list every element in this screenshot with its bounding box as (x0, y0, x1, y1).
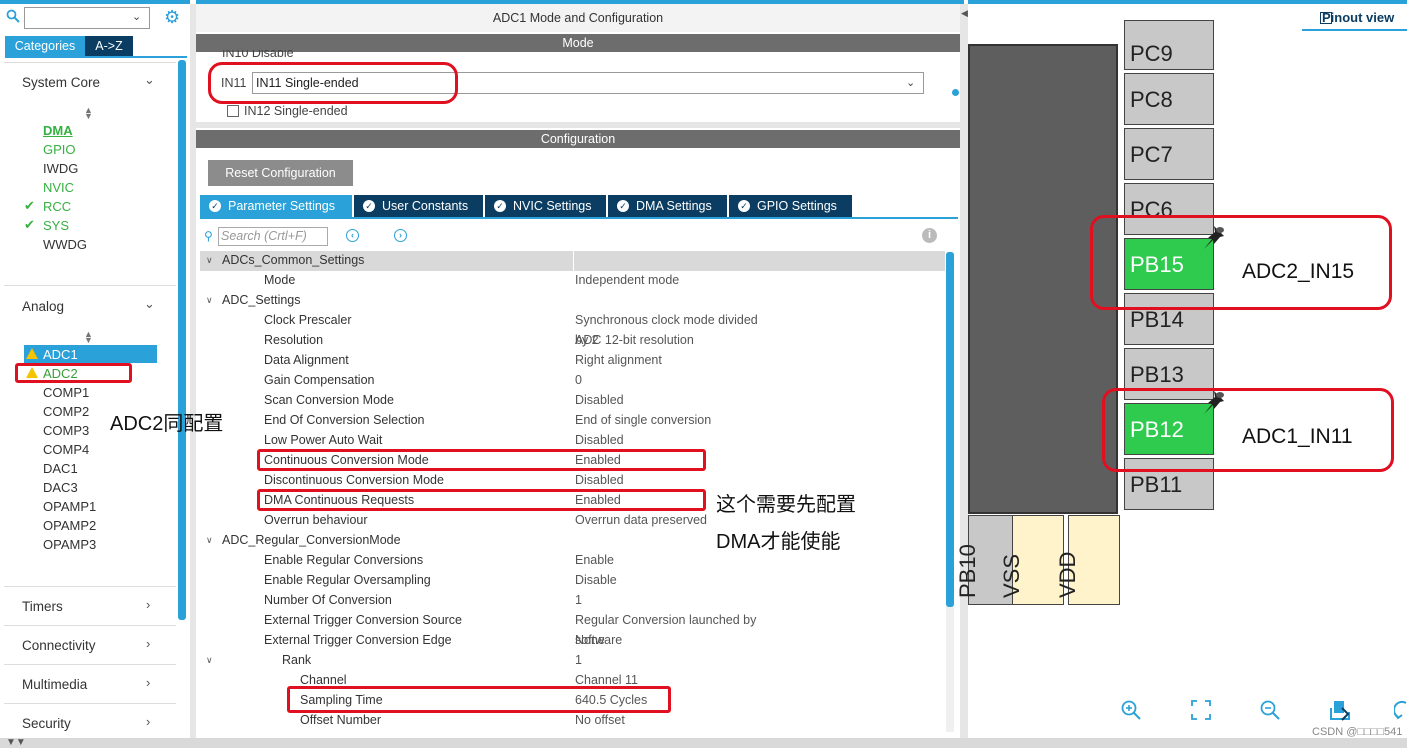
param-value[interactable]: 0 (575, 370, 582, 390)
param-name: Resolution (264, 333, 324, 347)
param-row[interactable]: Number Of Conversion 1 (0, 590, 760, 610)
param-value[interactable]: No offset (575, 710, 625, 730)
param-name: Rank (282, 653, 312, 667)
zoom-out-icon[interactable] (1259, 699, 1281, 721)
param-name: ADC_Settings (222, 293, 301, 307)
param-row[interactable]: External Trigger Conversion Source Regula… (0, 610, 760, 647)
param-group-row[interactable]: ∨ ADCs_Common_Settings (0, 250, 760, 270)
param-row[interactable]: Resolution ADC 12-bit resolution (0, 330, 760, 350)
param-name: Low Power Auto Wait (264, 433, 383, 447)
annotation-box-continuous-conversion (257, 449, 706, 471)
param-value[interactable]: End of single conversion (575, 410, 711, 430)
param-name: Mode (264, 273, 296, 287)
param-name: Enable Regular Conversions (264, 553, 424, 567)
collapse-arrow-icon[interactable]: ◀ (961, 8, 968, 19)
param-name: End Of Conversion Selection (264, 413, 425, 427)
param-value[interactable]: Enable (575, 550, 614, 570)
parameter-table: ∨ ADCs_Common_Settings Mode Independent mod… (0, 0, 960, 740)
fit-screen-icon[interactable] (1190, 699, 1212, 721)
param-name: Offset Number (300, 713, 382, 727)
param-value[interactable]: Disabled (575, 390, 624, 410)
zoom-in-icon[interactable] (1120, 699, 1142, 721)
param-name: ADC_Regular_ConversionMode (222, 533, 401, 547)
param-group-row[interactable]: ∨ ADC_Regular_ConversionMode (0, 530, 760, 550)
param-value[interactable]: ADC 12-bit resolution (575, 330, 694, 350)
param-name: External Trigger Conversion Source (264, 613, 463, 627)
param-name: Enable Regular Oversampling (264, 573, 431, 587)
pin-pc9[interactable]: PC9 (1124, 20, 1214, 70)
param-value[interactable]: Disabled (575, 430, 624, 450)
watermark: CSDN @□□□□541 (1312, 726, 1403, 738)
param-value[interactable]: 1 (575, 650, 582, 670)
param-name: Discontinuous Conversion Mode (264, 473, 444, 487)
param-value[interactable]: Right alignment (575, 350, 662, 370)
chevron-down-icon[interactable]: ∨ (206, 250, 213, 270)
param-row[interactable]: Mode Independent mode (0, 270, 760, 290)
param-row[interactable]: External Trigger Conversion Edge None (0, 630, 760, 650)
param-group-row[interactable]: ∨ Rank 1 (0, 650, 760, 670)
panel-splitter[interactable] (960, 4, 968, 738)
export-icon[interactable] (1328, 698, 1352, 722)
param-group-row[interactable]: ∨ ADC_Settings (0, 290, 760, 310)
annotation-box-in11 (208, 62, 458, 104)
param-row[interactable]: Enable Regular Conversions Enable (0, 550, 760, 570)
annotation-box-pb15 (1090, 215, 1392, 310)
pin-vdd[interactable]: VDD (1055, 515, 1120, 605)
param-value[interactable]: Overrun data preserved (575, 510, 707, 530)
chevron-down-icon[interactable]: ∨ (206, 650, 213, 670)
param-value[interactable]: Disable (575, 570, 617, 590)
param-value[interactable]: Disabled (575, 470, 624, 490)
rotate-icon[interactable] (1394, 699, 1407, 721)
param-value[interactable]: 1 (575, 590, 582, 610)
chip-icon (1320, 12, 1332, 24)
param-name: External Trigger Conversion Edge (264, 633, 452, 647)
param-row[interactable]: Discontinuous Conversion Mode Disabled (0, 470, 760, 490)
param-row[interactable]: Clock Prescaler Synchronous clock mode di… (0, 310, 760, 347)
annotation-box-dma-continuous (257, 489, 706, 511)
bottom-status-strip (0, 738, 1407, 748)
param-name: Number Of Conversion (264, 593, 392, 607)
param-name: Clock Prescaler (264, 313, 352, 327)
pin-pc8[interactable]: PC8 (1124, 73, 1214, 125)
annotation-dma-note-line2: DMA才能使能 (716, 531, 841, 553)
expand-arrows-icon[interactable]: ▼▼ (6, 737, 26, 748)
annotation-dma-note-line1: 这个需要先配置 (716, 494, 856, 516)
param-name: Data Alignment (264, 353, 349, 367)
param-row[interactable]: Offset Number No offset (0, 710, 760, 730)
chevron-down-icon[interactable]: ∨ (206, 290, 213, 310)
pin-label: VDD (1055, 551, 1080, 598)
pin-label: VSS (999, 553, 1024, 598)
param-name: Gain Compensation (264, 373, 375, 387)
tab-underline (1302, 29, 1407, 31)
param-value[interactable]: Independent mode (575, 270, 679, 290)
annotation-box-pb12 (1102, 388, 1394, 472)
pin-pc7[interactable]: PC7 (1124, 128, 1214, 180)
param-row[interactable]: Overrun behaviour Overrun data preserved (0, 510, 760, 530)
param-row[interactable]: Enable Regular Oversampling Disable (0, 570, 760, 590)
param-name: ADCs_Common_Settings (222, 253, 365, 267)
annotation-adc2-note: ADC2同配置 (110, 413, 224, 435)
annotation-box-sampling-time (287, 686, 671, 713)
param-value[interactable]: None (575, 630, 605, 650)
param-name: Overrun behaviour (264, 513, 368, 527)
pin-label: PB10 (955, 544, 980, 598)
param-name: Scan Conversion Mode (264, 393, 394, 407)
annotation-box-adc2 (15, 363, 132, 383)
chevron-down-icon[interactable]: ∨ (206, 530, 213, 550)
